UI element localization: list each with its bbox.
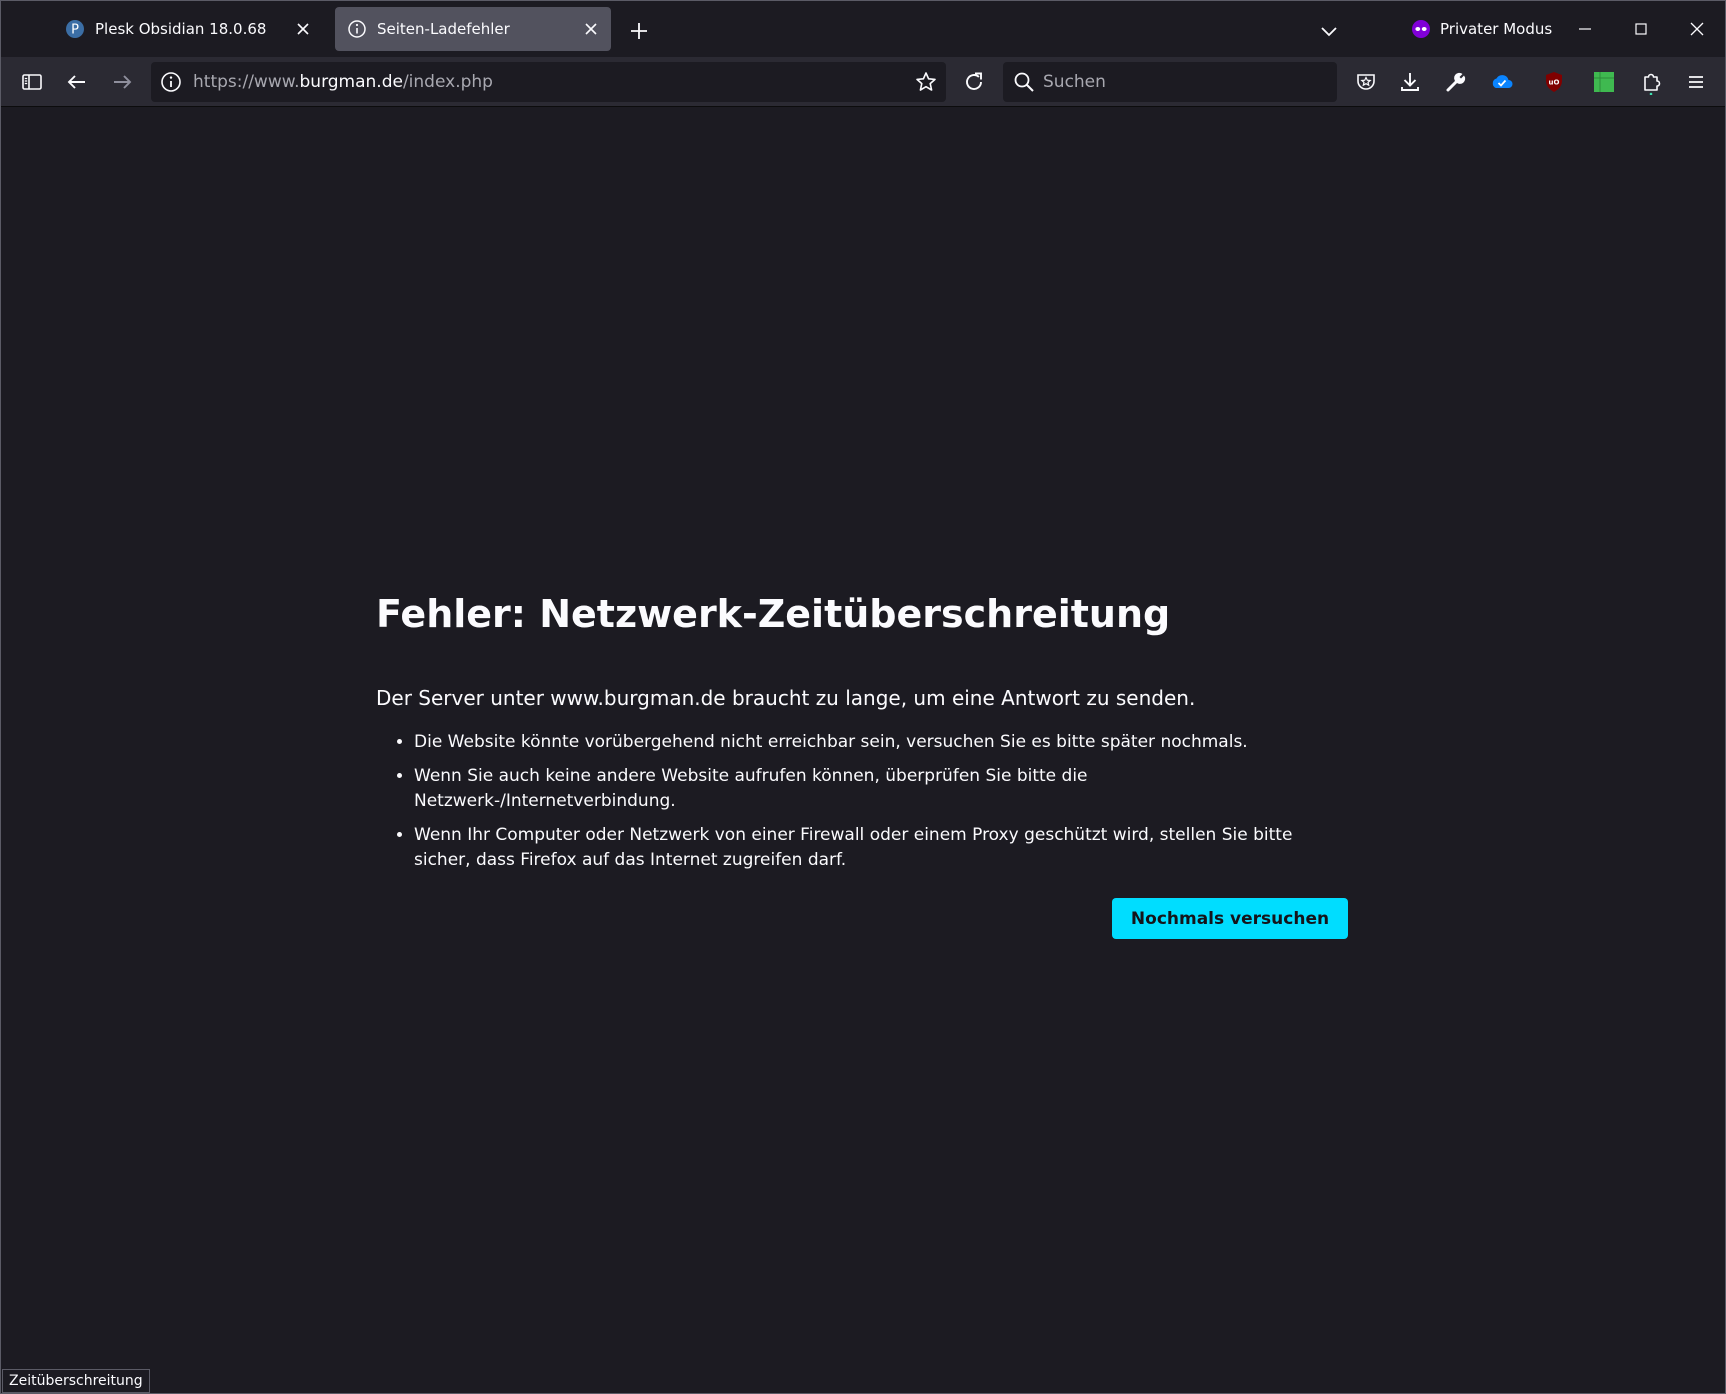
url-bar[interactable]: https://www.burgman.de/index.php [151, 62, 946, 102]
extension-grid-icon[interactable] [1591, 69, 1617, 95]
private-mask-icon [1412, 20, 1430, 38]
url-text[interactable]: https://www.burgman.de/index.php [193, 72, 493, 92]
tab-label: Plesk Obsidian 18.0.68 [95, 20, 267, 38]
error-title: Fehler: Netzwerk-Zeitüberschreitung [376, 592, 1171, 636]
window-close-icon[interactable] [1685, 17, 1709, 41]
puzzle-piece-icon[interactable] [1638, 69, 1664, 95]
tab-strip: P Plesk Obsidian 18.0.68 Seiten-Ladefehl… [1, 1, 1725, 57]
tab-plesk-obsidian[interactable]: P Plesk Obsidian 18.0.68 [53, 7, 323, 51]
plus-icon[interactable] [627, 19, 651, 43]
svg-text:P: P [71, 23, 79, 38]
error-summary: Der Server unter www.burgman.de braucht … [376, 686, 1196, 710]
svg-text:uO: uO [1549, 79, 1560, 87]
error-suggestions-list: Die Website könnte vorübergehend nicht e… [376, 730, 1348, 873]
page-content: Fehler: Netzwerk-Zeitüberschreitung Der … [1, 108, 1725, 1393]
status-panel: Zeitüberschreitung [2, 1369, 150, 1393]
maximize-icon[interactable] [1629, 17, 1653, 41]
ublock-origin-icon[interactable]: uO [1541, 69, 1567, 95]
search-icon [1014, 72, 1034, 92]
reload-icon[interactable] [961, 69, 987, 95]
tab-seiten-ladefehler[interactable]: Seiten-Ladefehler [335, 7, 611, 51]
close-icon[interactable] [293, 19, 313, 39]
url-path: /index.php [402, 72, 493, 92]
hamburger-menu-icon[interactable] [1683, 69, 1709, 95]
download-icon[interactable] [1397, 69, 1423, 95]
search-input[interactable] [1041, 68, 1331, 96]
browser-window: P Plesk Obsidian 18.0.68 Seiten-Ladefehl… [0, 0, 1726, 1394]
wrench-icon[interactable] [1443, 69, 1469, 95]
chevron-down-icon[interactable] [1317, 19, 1341, 43]
close-icon[interactable] [581, 19, 601, 39]
plesk-favicon-icon: P [66, 20, 84, 38]
private-mode-indicator: Privater Modus [1411, 17, 1552, 41]
save-to-pocket-icon[interactable] [1353, 69, 1379, 95]
url-scheme: https://www. [193, 72, 300, 92]
info-icon[interactable] [159, 70, 183, 94]
sidebar-icon[interactable] [19, 69, 45, 95]
search-bar[interactable] [1003, 62, 1337, 102]
retry-button[interactable]: Nochmals versuchen [1112, 898, 1348, 939]
cloud-extension-icon[interactable] [1489, 69, 1515, 95]
tab-label: Seiten-Ladefehler [377, 20, 510, 38]
error-container: Fehler: Netzwerk-Zeitüberschreitung Der … [376, 588, 1348, 939]
info-icon [348, 20, 366, 38]
url-host: burgman.de [299, 72, 403, 92]
forward-arrow-icon[interactable] [109, 69, 135, 95]
back-arrow-icon[interactable] [64, 69, 90, 95]
star-icon[interactable] [914, 70, 938, 94]
list-item: Wenn Ihr Computer oder Netzwerk von eine… [414, 823, 1348, 873]
minimize-icon[interactable] [1573, 17, 1597, 41]
navigation-toolbar: https://www.burgman.de/index.php Suchen … [1, 57, 1725, 107]
list-item: Die Website könnte vorübergehend nicht e… [414, 730, 1348, 755]
list-item: Wenn Sie auch keine andere Website aufru… [414, 764, 1348, 814]
private-mode-label: Privater Modus [1440, 20, 1553, 38]
